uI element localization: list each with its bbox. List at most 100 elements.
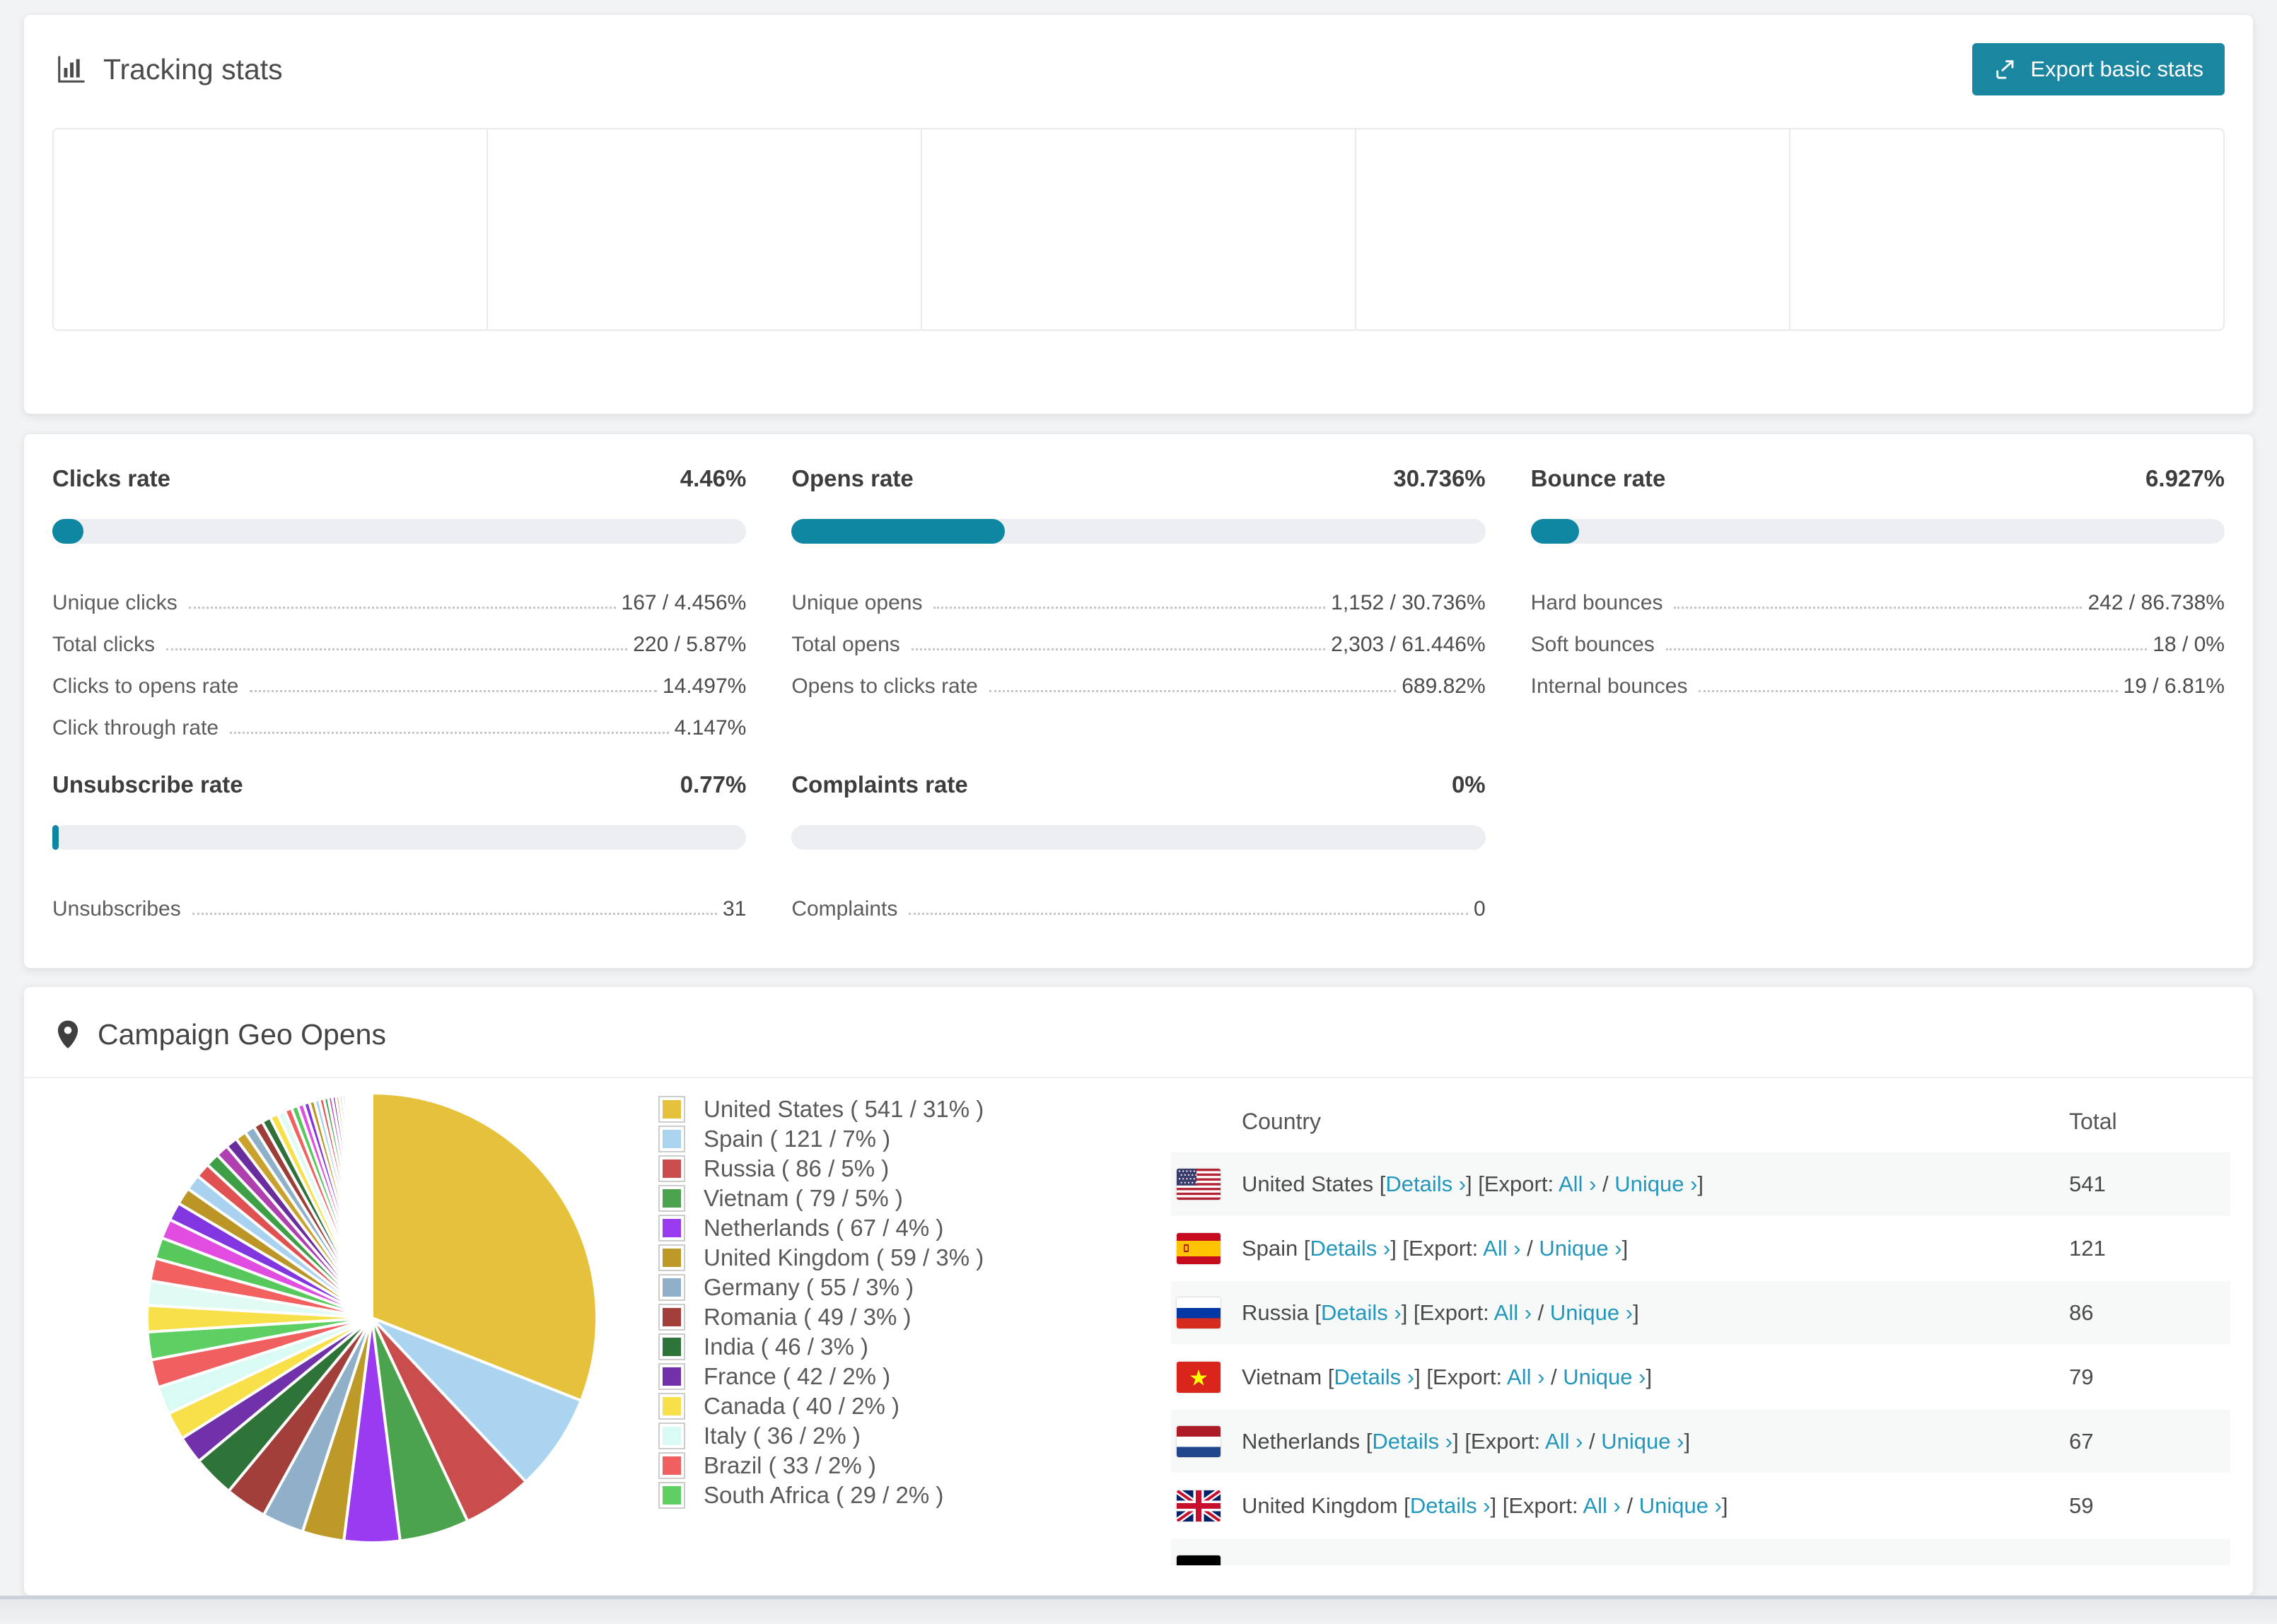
rate-title: Unsubscribe rate <box>52 771 243 798</box>
geo-table-row-vietnam: Vietnam [Details ›] [Export: All › / Uni… <box>1171 1344 2230 1408</box>
rate-row: Clicks to opens rate 14.497% <box>52 657 746 699</box>
rate-head: Opens rate 30.736% <box>791 465 1485 492</box>
rate-section-complaints-rate: Complaints rate 0% Complaints 0 <box>791 771 1486 921</box>
rate-progress-track <box>791 519 1486 544</box>
details-link[interactable]: Details › <box>1410 1493 1491 1518</box>
legend-swatch <box>658 1155 685 1182</box>
rate-row-value: 14.497% <box>662 674 747 698</box>
total-cell: 67 <box>2069 1428 2094 1454</box>
total-cell: 541 <box>2069 1171 2106 1196</box>
legend-label: Italy ( 36 / 2% ) <box>704 1423 861 1449</box>
rate-row-value: 1,152 / 30.736% <box>1331 591 1486 614</box>
rate-section-bounce-rate: Bounce rate 6.927% Hard bounces 242 / 86.73… <box>1530 465 2225 740</box>
rate-rows: Unique clicks 167 / 4.456% Total clicks 220… <box>52 573 746 740</box>
rate-row-value: 31 <box>722 897 747 921</box>
rate-row-label: Opens to clicks rate <box>791 674 978 698</box>
rate-row: Unsubscribes 31 <box>52 880 746 921</box>
legend-item-france: France ( 42 / 2% ) <box>658 1363 984 1390</box>
rate-head: Unsubscribe rate 0.77% <box>52 771 746 798</box>
export-unique-link[interactable]: Unique › <box>1550 1300 1633 1325</box>
legend-item-romania: Romania ( 49 / 3% ) <box>658 1304 984 1331</box>
rate-row: Complaints 0 <box>791 880 1485 921</box>
rate-head: Complaints rate 0% <box>791 771 1485 798</box>
rate-row-value: 2,303 / 61.446% <box>1331 633 1486 656</box>
dotted-leader <box>909 913 1468 915</box>
rate-row: Internal bounces 19 / 6.81% <box>1531 657 2225 699</box>
legend-swatch <box>658 1423 685 1449</box>
rate-row: Unique opens 1,152 / 30.736% <box>791 573 1485 615</box>
legend-item-spain: Spain ( 121 / 7% ) <box>658 1126 984 1152</box>
rate-row: Unique clicks 167 / 4.456% <box>52 573 746 615</box>
details-link[interactable]: Details › <box>1385 1172 1466 1196</box>
rate-section-opens-rate: Opens rate 30.736% Unique opens 1,152 / 30.… <box>791 465 1486 740</box>
geo-table-row-spain: Spain [Details ›] [Export: All › / Uniqu… <box>1171 1215 2230 1280</box>
details-link[interactable]: Details › <box>1334 1365 1414 1389</box>
export-all-link[interactable]: All › <box>1583 1493 1620 1518</box>
legend-label: United Kingdom ( 59 / 3% ) <box>704 1244 984 1270</box>
rate-value: 0.77% <box>680 771 747 798</box>
export-basic-stats-button[interactable]: Export basic stats <box>1972 43 2225 95</box>
rate-row: Total clicks 220 / 5.87% <box>52 615 746 657</box>
tracking-stats-header: Tracking stats Export basic stats <box>24 15 2253 95</box>
legend-item-brazil: Brazil ( 33 / 2% ) <box>658 1452 984 1479</box>
legend-swatch <box>658 1363 685 1390</box>
rate-row-label: Soft bounces <box>1530 633 1655 656</box>
export-all-link[interactable]: All › <box>1507 1365 1544 1389</box>
legend-item-united-states: United States ( 541 / 31% ) <box>658 1096 984 1123</box>
legend-label: Spain ( 121 / 7% ) <box>704 1126 891 1152</box>
export-unique-link[interactable]: Unique › <box>1563 1365 1646 1389</box>
rate-row: Hard bounces 242 / 86.738% <box>1531 573 2225 615</box>
export-all-link[interactable]: All › <box>1494 1300 1532 1325</box>
export-all-link[interactable]: All › <box>1559 1172 1596 1196</box>
export-unique-link[interactable]: Unique › <box>1614 1172 1697 1196</box>
rate-row-label: Total opens <box>791 633 900 656</box>
legend-label: Vietnam ( 79 / 5% ) <box>704 1185 903 1211</box>
country-flag-ru <box>1177 1297 1221 1328</box>
rate-row: Click through rate 4.147% <box>52 699 746 740</box>
rate-rows: Unsubscribes 31 <box>52 880 746 921</box>
legend-label: United States ( 541 / 31% ) <box>704 1096 984 1122</box>
rate-row-label: Total clicks <box>52 633 156 656</box>
summary-card-clicks <box>487 129 921 329</box>
total-cell: 86 <box>2069 1299 2094 1325</box>
dotted-leader <box>1699 690 2118 692</box>
geo-table: Country Total United States [Details ›] … <box>1171 1092 2230 1567</box>
rate-section-unsubscribe-rate: Unsubscribe rate 0.77% Unsubscribes 31 <box>52 771 747 921</box>
details-link[interactable]: Details › <box>1372 1429 1452 1454</box>
geo-pie-chart <box>132 1077 612 1558</box>
export-unique-link[interactable]: Unique › <box>1601 1429 1684 1454</box>
legend-label: India ( 46 / 3% ) <box>704 1333 868 1360</box>
dotted-leader <box>1674 607 2083 609</box>
rate-value: 30.736% <box>1393 465 1486 491</box>
rate-section-clicks-rate: Clicks rate 4.46% Unique clicks 167 / 4.456… <box>52 465 747 740</box>
rates-panel: Clicks rate 4.46% Unique clicks 167 / 4.456… <box>23 433 2254 969</box>
geo-table-row-united-states: United States [Details ›] [Export: All ›… <box>1171 1151 2230 1215</box>
export-all-link[interactable]: All › <box>1483 1236 1520 1261</box>
rate-progress-track <box>791 825 1486 850</box>
column-total: Total <box>2069 1108 2117 1134</box>
export-all-link[interactable]: All › <box>1545 1429 1583 1454</box>
legend-swatch <box>658 1333 685 1360</box>
rate-head: Bounce rate 6.927% <box>1531 465 2225 492</box>
legend-swatch <box>658 1096 685 1123</box>
rate-title: Clicks rate <box>52 465 170 491</box>
rate-row-value: 689.82% <box>1402 674 1486 698</box>
legend-item-india: India ( 46 / 3% ) <box>658 1333 984 1360</box>
details-link[interactable]: Details › <box>1310 1236 1391 1261</box>
details-link[interactable]: Details › <box>1321 1300 1402 1325</box>
total-cell: 59 <box>2069 1492 2094 1518</box>
page-bottom-edge <box>0 1596 2277 1624</box>
export-unique-link[interactable]: Unique › <box>1539 1236 1621 1261</box>
rate-progress-track <box>52 519 747 544</box>
total-cell: 79 <box>2069 1364 2094 1389</box>
export-icon <box>1996 60 2014 79</box>
country-flag-nl <box>1177 1425 1221 1457</box>
export-unique-link[interactable]: Unique › <box>1639 1493 1722 1518</box>
legend-item-united-kingdom: United Kingdom ( 59 / 3% ) <box>658 1244 984 1271</box>
rate-row-label: Clicks to opens rate <box>52 674 239 698</box>
legend-label: France ( 42 / 2% ) <box>704 1363 891 1389</box>
legend-swatch <box>658 1393 685 1420</box>
legend-item-canada: Canada ( 40 / 2% ) <box>658 1393 984 1420</box>
dotted-leader <box>166 648 628 650</box>
legend-swatch <box>658 1482 685 1509</box>
